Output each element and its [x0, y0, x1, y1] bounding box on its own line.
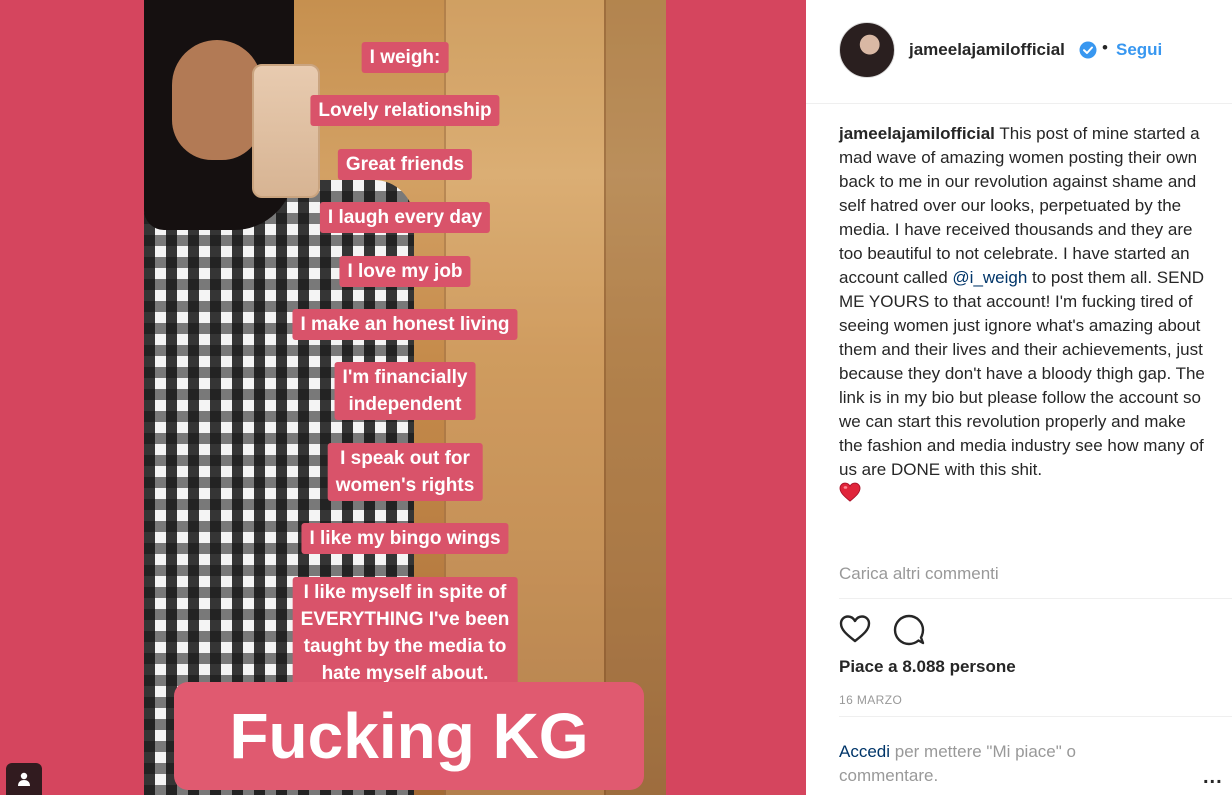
verified-badge-icon [1079, 41, 1097, 59]
avatar[interactable] [839, 22, 895, 78]
login-link[interactable]: Accedi [839, 742, 890, 761]
header-username[interactable]: jameelajamilofficial [909, 40, 1065, 60]
follow-button[interactable]: Segui [1116, 40, 1162, 60]
story-caption-line: I make an honest living [292, 309, 518, 340]
story-caption-line: I like my bingo wings [301, 523, 509, 554]
comment-username[interactable]: jameelajamilofficial [839, 124, 995, 143]
heart-outline-icon[interactable] [838, 612, 872, 646]
red-heart-emoji-icon [839, 482, 861, 502]
post-sidebar: jameelajamilofficial • Segui jameelajami… [806, 0, 1232, 795]
user-tags-button[interactable] [6, 763, 42, 795]
story-caption-line: Great friends [337, 149, 473, 180]
divider [839, 716, 1232, 717]
post-media: I weigh: Lovely relationship Great frien… [0, 0, 806, 795]
person-icon [18, 772, 30, 786]
more-options-button[interactable]: ... [1203, 766, 1223, 789]
post-date[interactable]: 16 MARZO [839, 693, 902, 707]
story-caption-line: I'm financially independent [334, 362, 476, 420]
header-separator: • [1102, 38, 1108, 57]
story-caption-line: I weigh: [361, 42, 449, 73]
login-prompt: Accedi per mettere "Mi piace" o commenta… [839, 740, 1139, 788]
story-captions: I weigh: Lovely relationship Great frien… [144, 0, 666, 795]
story-caption-line: I speak out for women's rights [327, 443, 483, 501]
comment-text: This post of mine started a mad wave of … [839, 124, 1200, 287]
likes-count[interactable]: Piace a 8.088 persone [839, 657, 1016, 677]
story-caption-line: I laugh every day [319, 202, 491, 233]
story-caption-line: I like myself in spite of EVERYTHING I'v… [292, 577, 518, 689]
comment-bubble-icon[interactable] [892, 612, 926, 646]
story-big-caption: Fucking KG [174, 682, 644, 790]
load-more-comments[interactable]: Carica altri commenti [839, 564, 999, 584]
divider [839, 598, 1232, 599]
caption-comment: jameelajamilofficial This post of mine s… [839, 122, 1209, 506]
comment-text-continued: to post them all. SEND ME YOURS to that … [839, 268, 1205, 479]
story-caption-line: Lovely relationship [310, 95, 500, 126]
story-caption-line: I love my job [339, 256, 471, 287]
mention-link[interactable]: @i_weigh [952, 268, 1027, 287]
post-header: jameelajamilofficial • Segui [806, 0, 1232, 104]
